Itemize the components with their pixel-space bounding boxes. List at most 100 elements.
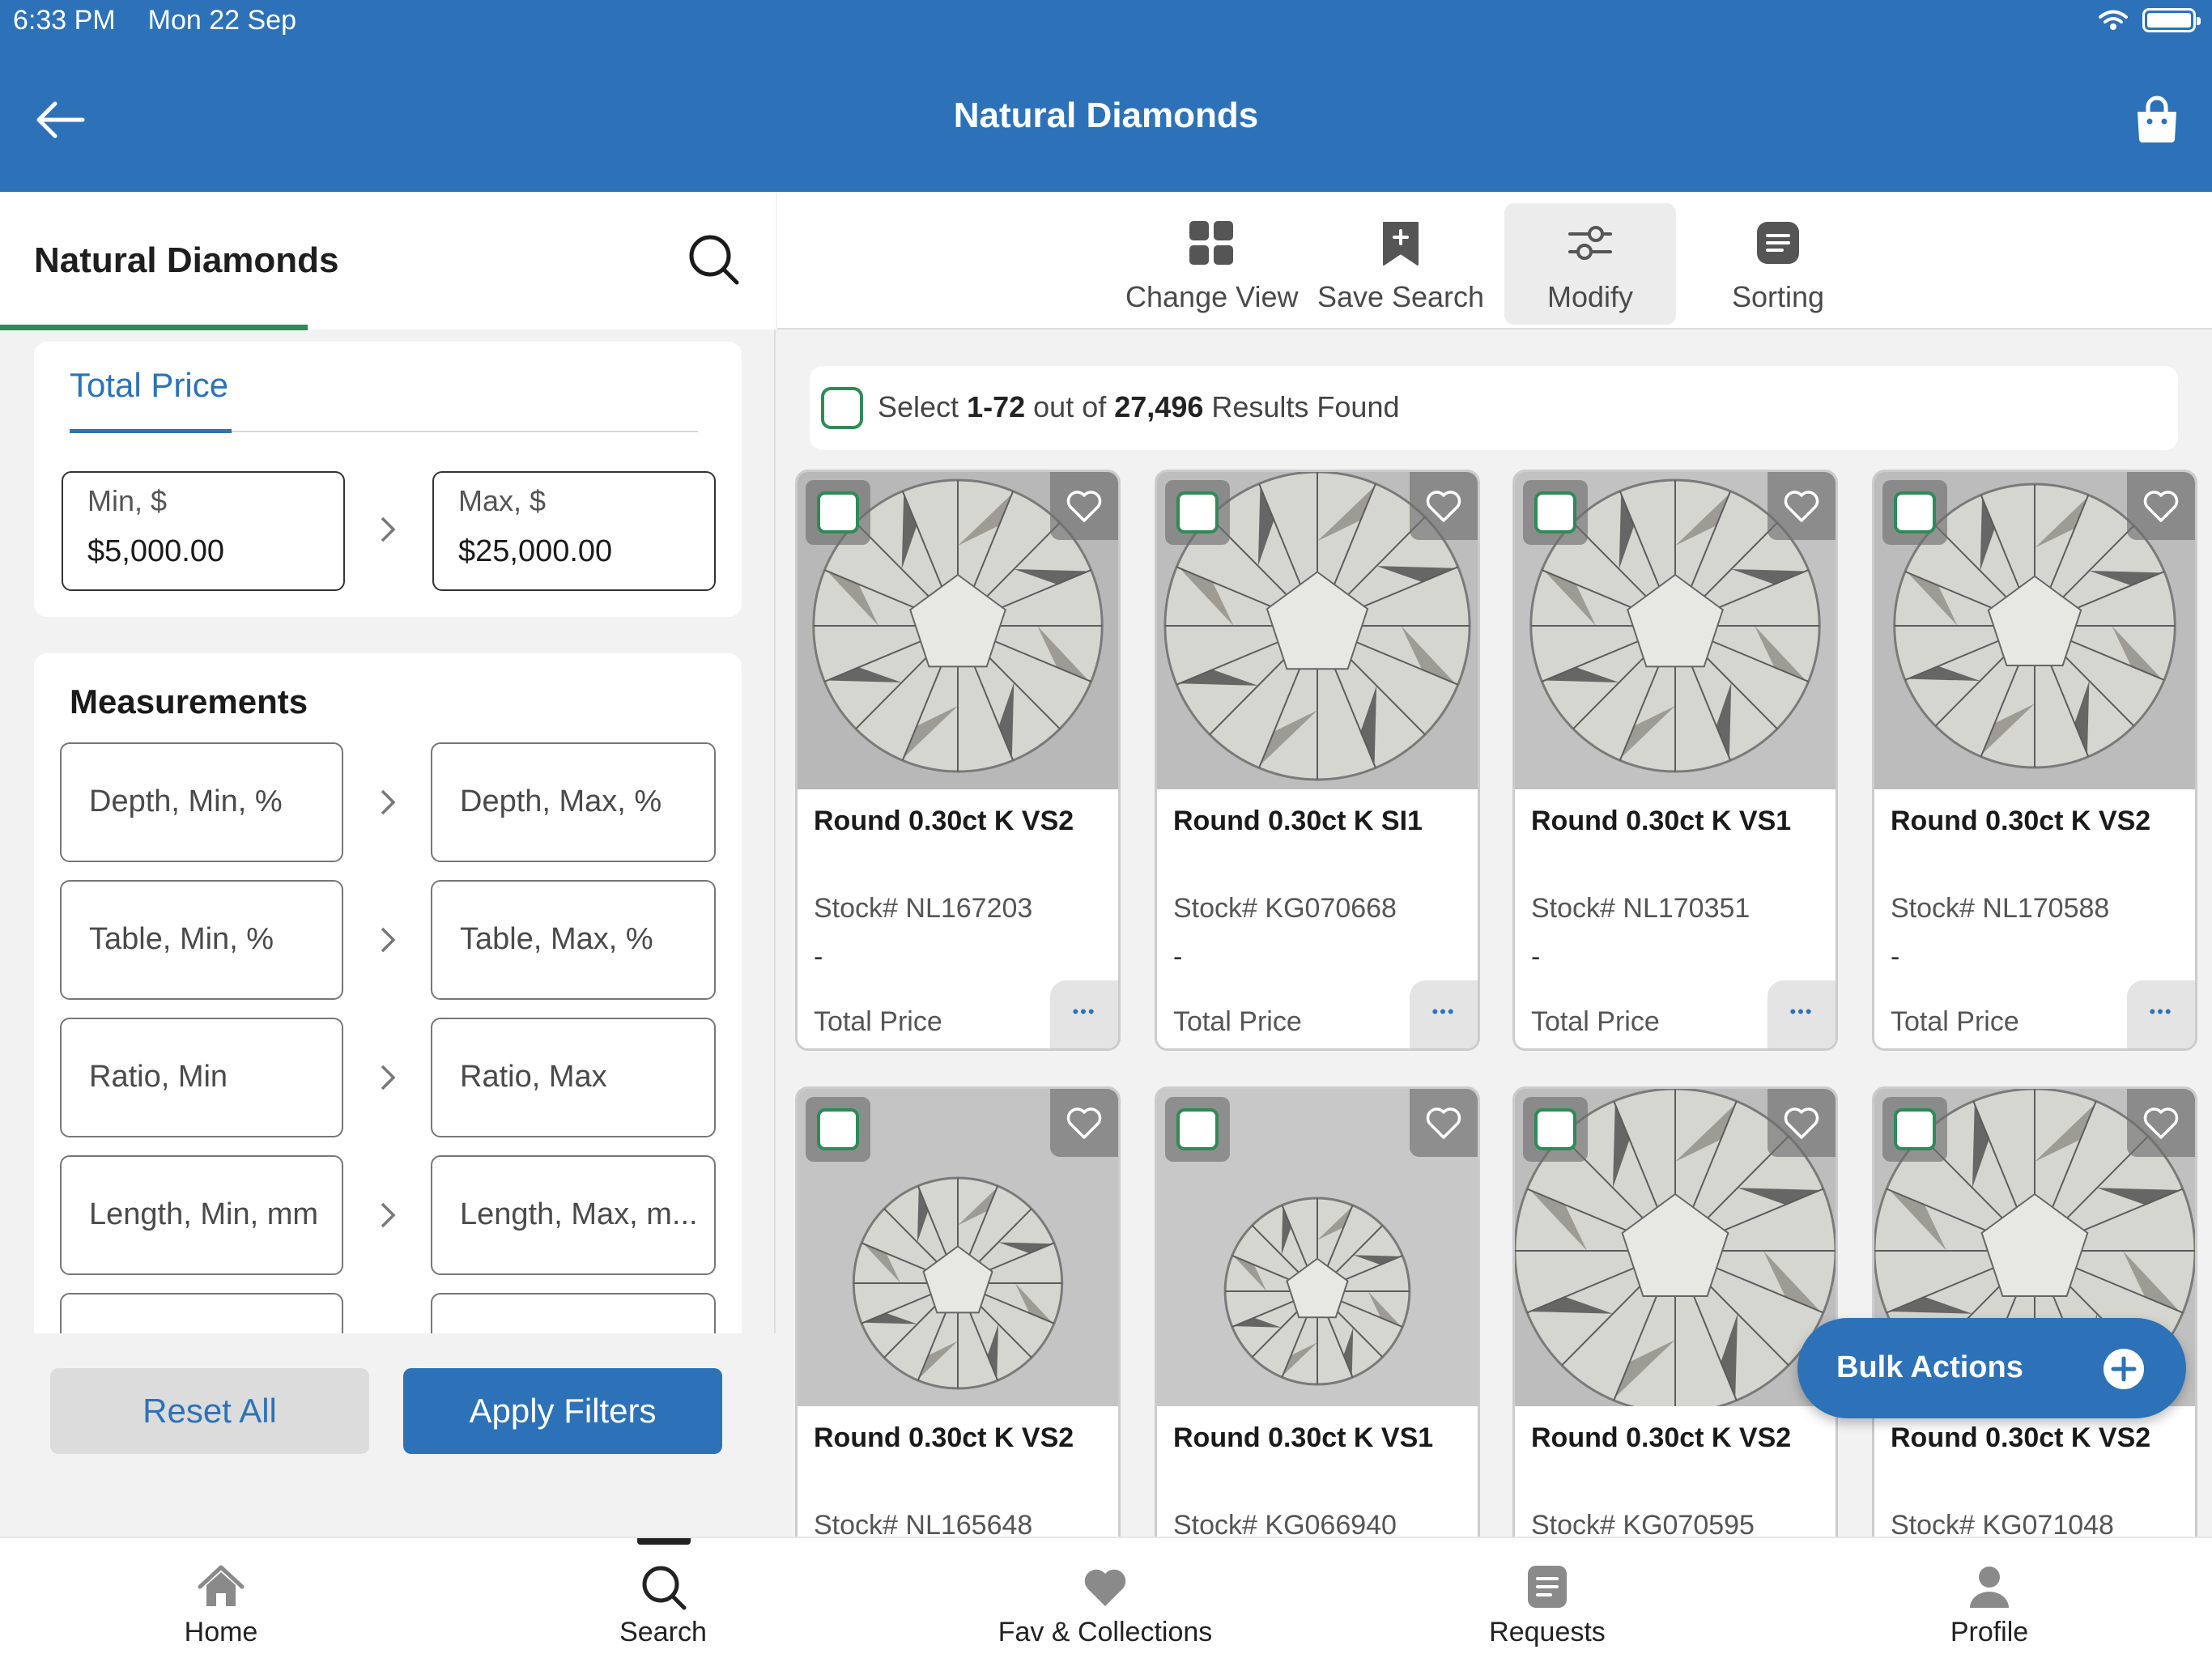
heart-outline-icon <box>2143 1107 2179 1139</box>
ratio-min-field[interactable]: Ratio, Min <box>60 1018 343 1137</box>
diamond-card[interactable]: Round 0.30ct K VS2 Stock# KG071048 - Tot… <box>1872 1086 2197 1537</box>
more-options-button[interactable] <box>1767 980 1836 1048</box>
favorite-button[interactable] <box>2127 472 2195 540</box>
price-max-field[interactable]: Max, $ $25,000.00 <box>432 471 716 591</box>
plus-circle-icon <box>2104 1349 2144 1389</box>
sliders-icon <box>1568 226 1612 260</box>
profile-icon <box>1970 1567 2009 1608</box>
diamond-select-checkbox[interactable] <box>1523 1097 1588 1162</box>
diamond-select-checkbox[interactable] <box>1882 1097 1947 1162</box>
diamond-price-label: Total Price <box>1531 1006 1660 1037</box>
results-summary: Select 1-72 out of 27,496 Results Found <box>810 366 2178 450</box>
chevron-right-icon <box>381 927 396 953</box>
measurements-title: Measurements <box>70 682 308 721</box>
results-suffix: Results Found <box>1211 390 1400 423</box>
nav-profile[interactable]: Profile <box>1827 1538 2151 1658</box>
diamond-select-checkbox[interactable] <box>1523 480 1588 545</box>
diamond-card[interactable]: Round 0.30ct K VS2 Stock# NL167203 - Tot… <box>795 470 1121 1051</box>
status-bar: 6:33 PM Mon 22 Sep <box>13 5 296 36</box>
length-max-field[interactable]: Length, Max, m... <box>431 1155 716 1275</box>
depth-min-placeholder: Depth, Min, % <box>89 784 283 818</box>
ratio-max-field[interactable]: Ratio, Max <box>431 1018 716 1137</box>
heart-outline-icon <box>1426 491 1461 522</box>
favorite-button[interactable] <box>2127 1089 2195 1157</box>
nav-fav-label: Fav & Collections <box>998 1617 1213 1647</box>
diamond-select-checkbox[interactable] <box>1882 480 1947 545</box>
length-min-field[interactable]: Length, Min, mm <box>60 1155 343 1275</box>
diamond-card[interactable]: Round 0.30ct K VS2 Stock# NL170588 - Tot… <box>1872 470 2197 1051</box>
ratio-max-placeholder: Ratio, Max <box>460 1060 607 1094</box>
more-options-button[interactable] <box>1410 980 1478 1048</box>
diamond-select-checkbox[interactable] <box>1165 1097 1230 1162</box>
bottom-navigation: Home Search Fav & Collections Requests P… <box>0 1537 2212 1658</box>
favorite-button[interactable] <box>1050 472 1118 540</box>
price-max-label: Max, $ <box>458 484 547 517</box>
depth-max-field[interactable]: Depth, Max, % <box>431 742 716 862</box>
diamond-card[interactable]: Round 0.30ct K VS1 Stock# NL170351 - Tot… <box>1512 470 1838 1051</box>
search-icon[interactable] <box>687 232 740 286</box>
status-time: 6:33 PM <box>13 5 116 36</box>
diamond-select-checkbox[interactable] <box>806 480 870 545</box>
diamond-card[interactable]: Round 0.30ct K SI1 Stock# KG070668 - Tot… <box>1155 470 1480 1051</box>
results-text: Select 1-72 out of 27,496 Results Found <box>878 390 1400 424</box>
sorting-button[interactable]: Sorting <box>1692 203 1864 325</box>
select-all-checkbox[interactable] <box>821 387 863 429</box>
more-options-button[interactable] <box>2127 980 2195 1048</box>
diamond-placeholder: - <box>1173 942 1183 972</box>
diamond-stock: Stock# NL167203 <box>814 893 1033 924</box>
sort-icon <box>1757 222 1799 264</box>
change-view-button[interactable]: Change View <box>1125 203 1299 325</box>
diamond-card[interactable]: Round 0.30ct K VS2 Stock# NL165648 - Tot… <box>795 1086 1121 1537</box>
diamond-name: Round 0.30ct K VS1 <box>1531 806 1792 836</box>
diamond-card[interactable]: Round 0.30ct K VS2 Stock# KG070595 - Tot… <box>1512 1086 1838 1537</box>
filter-panel-title: Natural Diamonds <box>34 240 339 280</box>
more-options-button[interactable] <box>1050 980 1118 1048</box>
chevron-right-icon <box>381 1065 396 1090</box>
nav-search-label: Search <box>619 1617 707 1647</box>
bulk-actions-button[interactable]: Bulk Actions <box>1797 1318 2186 1418</box>
nav-profile-label: Profile <box>1950 1617 2029 1647</box>
nav-search[interactable]: Search <box>501 1538 825 1658</box>
grid-view-icon <box>1189 221 1233 265</box>
filter-panel-header: Natural Diamonds <box>0 192 776 330</box>
favorite-button[interactable] <box>1050 1089 1118 1157</box>
favorite-button[interactable] <box>1410 472 1478 540</box>
diamond-stock: Stock# KG066940 <box>1173 1510 1397 1537</box>
apply-filters-button[interactable]: Apply Filters <box>403 1368 722 1454</box>
total-price-card: Total Price Min, $ $5,000.00 Max, $ $25,… <box>34 342 742 617</box>
nav-requests-label: Requests <box>1489 1617 1606 1647</box>
diamond-card[interactable]: Round 0.30ct K VS1 Stock# KG066940 - Tot… <box>1155 1086 1480 1537</box>
results-toolbar: Change View Save Search Modify Sorting <box>777 192 2212 329</box>
diamond-select-checkbox[interactable] <box>806 1097 870 1162</box>
nav-home[interactable]: Home <box>59 1538 383 1658</box>
length-min-placeholder: Length, Min, mm <box>89 1197 318 1231</box>
shopping-bag-icon[interactable] <box>2134 96 2180 144</box>
battery-icon <box>2142 8 2201 32</box>
home-icon <box>198 1565 245 1606</box>
price-min-field[interactable]: Min, $ $5,000.00 <box>62 471 345 591</box>
chevron-right-icon <box>381 517 396 542</box>
tab-total-price[interactable]: Total Price <box>70 366 228 405</box>
diamond-placeholder: - <box>1531 942 1541 972</box>
change-view-label: Change View <box>1125 280 1299 313</box>
table-min-placeholder: Table, Min, % <box>89 922 274 956</box>
diamond-name: Round 0.30ct K VS2 <box>814 1422 1074 1453</box>
nav-requests[interactable]: Requests <box>1385 1538 1709 1658</box>
reset-all-button[interactable]: Reset All <box>50 1368 369 1454</box>
save-search-button[interactable]: Save Search <box>1315 203 1487 325</box>
filter-panel-underline <box>0 325 308 330</box>
table-max-field[interactable]: Table, Max, % <box>431 880 716 1000</box>
depth-min-field[interactable]: Depth, Min, % <box>60 742 343 862</box>
table-min-field[interactable]: Table, Min, % <box>60 880 343 1000</box>
modify-button[interactable]: Modify <box>1504 203 1676 325</box>
favorite-button[interactable] <box>1767 1089 1836 1157</box>
nav-fav-collections[interactable]: Fav & Collections <box>943 1538 1267 1658</box>
favorite-button[interactable] <box>1767 472 1836 540</box>
favorite-button[interactable] <box>1410 1089 1478 1157</box>
diamond-select-checkbox[interactable] <box>1165 480 1230 545</box>
status-indicators <box>2099 8 2201 32</box>
heart-icon <box>1084 1569 1126 1606</box>
filter-panel: Natural Diamonds Total Price Min, $ $5,0… <box>0 192 776 1544</box>
requests-icon <box>1528 1566 1567 1608</box>
bulk-actions-label: Bulk Actions <box>1836 1350 2023 1384</box>
